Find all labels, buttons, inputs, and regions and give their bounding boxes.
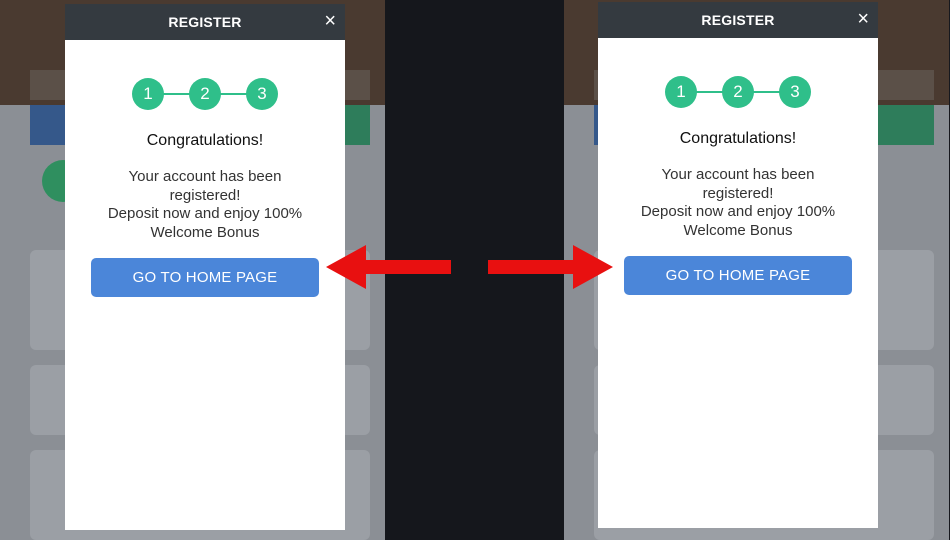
close-icon[interactable]: × [324, 10, 336, 32]
close-icon[interactable]: × [857, 8, 869, 30]
congratulations-heading: Congratulations! [679, 130, 797, 147]
message-line: registered! [169, 186, 241, 204]
step-indicator: 1 2 3 [132, 78, 278, 110]
message-line: Your account has been [128, 168, 282, 185]
go-to-home-page-button[interactable]: GO TO HOME PAGE [91, 258, 319, 297]
step-1: 1 [665, 76, 697, 108]
modal-title: REGISTER [168, 14, 242, 30]
register-modal-right: REGISTER × 1 2 3 Congratulations! Your a… [598, 2, 878, 528]
message-line: Your account has been [661, 166, 815, 183]
modal-header: REGISTER × [65, 4, 345, 40]
message-line: Deposit now and enjoy 100% [640, 203, 836, 220]
congratulations-heading: Congratulations! [146, 132, 264, 149]
modal-header: REGISTER × [598, 2, 878, 38]
step-3: 3 [779, 76, 811, 108]
arrow-left-icon [326, 245, 451, 289]
step-2: 2 [722, 76, 754, 108]
step-3: 3 [246, 78, 278, 110]
success-message: Your account has been registered! Deposi… [613, 166, 863, 240]
register-modal-left: REGISTER × 1 2 3 Congratulations! Your a… [65, 4, 345, 530]
message-line: Deposit now and enjoy 100% [107, 205, 303, 222]
message-line: Welcome Bonus [683, 221, 793, 239]
step-indicator: 1 2 3 [665, 76, 811, 108]
modal-title: REGISTER [701, 12, 775, 28]
message-line: registered! [702, 184, 774, 202]
arrow-right-icon [488, 245, 613, 289]
step-2: 2 [189, 78, 221, 110]
step-1: 1 [132, 78, 164, 110]
success-message: Your account has been registered! Deposi… [80, 168, 330, 242]
message-line: Welcome Bonus [150, 223, 260, 241]
go-to-home-page-button[interactable]: GO TO HOME PAGE [624, 256, 852, 295]
